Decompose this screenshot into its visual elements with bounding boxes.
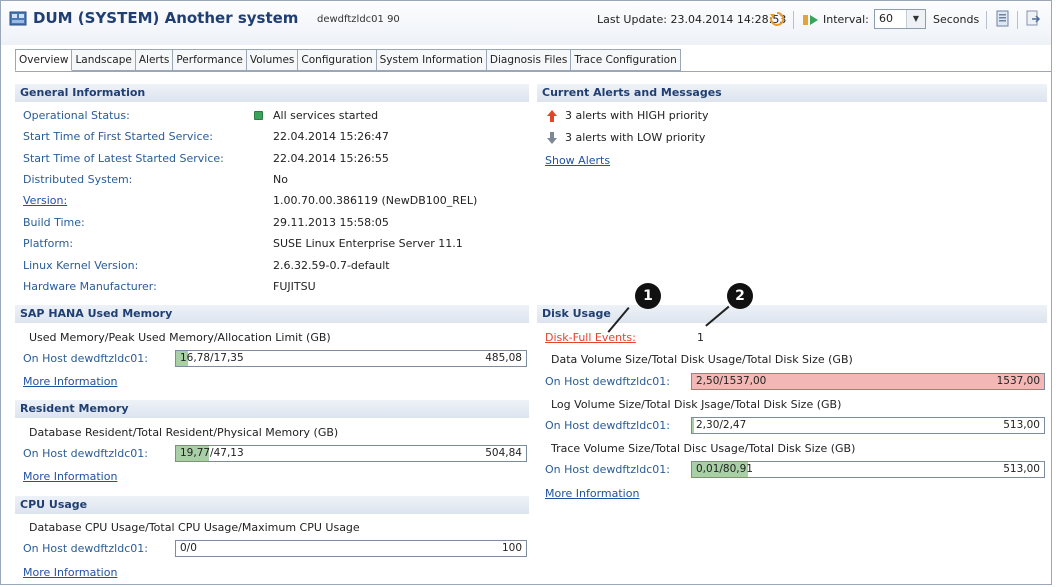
data-volume-caption: Data Volume Size/Total Disk Usage/Total …: [551, 353, 853, 366]
general-info-heading: General Information: [15, 84, 529, 102]
trace-volume-limit: 513,00: [1003, 463, 1040, 475]
alerts-heading: Current Alerts and Messages: [537, 84, 1047, 102]
disk-full-events-link[interactable]: Disk-Full Events:: [545, 331, 636, 344]
tab-performance[interactable]: Performance: [173, 49, 247, 71]
system-monitor-window: DUM (SYSTEM) Another system dewdftzldc01…: [0, 0, 1052, 585]
operational-status-label: Operational Status:: [23, 109, 130, 122]
hardware-label: Hardware Manufacturer:: [23, 280, 157, 293]
tab-landscape[interactable]: Landscape: [72, 49, 136, 71]
tab-configuration[interactable]: Configuration: [298, 49, 377, 71]
toolbar-separator: [986, 11, 987, 29]
kernel-value: 2.6.32.59-0.7-default: [273, 259, 390, 272]
disk-usage-more-link[interactable]: More Information: [545, 487, 639, 500]
tab-diagnosis-files[interactable]: Diagnosis Files: [486, 49, 572, 71]
disk-full-events-value: 1: [697, 331, 704, 344]
tab-trace-configuration[interactable]: Trace Configuration: [571, 49, 681, 71]
last-update: Last Update: 23.04.2014 14:28:53: [597, 13, 787, 26]
trace-volume-host: On Host dewdftzldc01:: [545, 463, 670, 476]
system-host: dewdftzldc01 90: [317, 14, 400, 25]
log-volume-fill: [692, 418, 694, 433]
platform-value: SUSE Linux Enterprise Server 11.1: [273, 237, 463, 250]
show-alerts-link[interactable]: Show Alerts: [545, 154, 610, 167]
export-icon[interactable]: [1025, 10, 1041, 28]
tab-bar: Overview Landscape Alerts Performance Vo…: [15, 49, 681, 71]
log-volume-host: On Host dewdftzldc01:: [545, 419, 670, 432]
trace-volume-caption: Trace Volume Size/Total Disc Usage/Total…: [551, 442, 856, 455]
hardware-value: FUJITSU: [273, 280, 316, 293]
resident-memory-heading: Resident Memory: [15, 400, 529, 418]
platform-label: Platform:: [23, 237, 74, 250]
build-time-label: Build Time:: [23, 216, 85, 229]
tab-divider: [15, 71, 1051, 72]
system-header: DUM (SYSTEM) Another system dewdftzldc01…: [1, 1, 1051, 45]
trace-volume-value: 0,01/80,91: [696, 463, 753, 475]
log-volume-limit: 513,00: [1003, 419, 1040, 431]
seconds-label: Seconds: [933, 13, 980, 26]
cpu-usage-heading: CPU Usage: [15, 496, 529, 514]
distributed-value: No: [273, 173, 288, 186]
used-memory-limit: 485,08: [485, 352, 522, 364]
resident-memory-bar: 19,77/47,13 504,84: [175, 445, 527, 462]
tab-overview[interactable]: Overview: [15, 49, 73, 71]
used-memory-more-link[interactable]: More Information: [23, 375, 117, 388]
version-link[interactable]: Version:: [23, 194, 67, 207]
auto-refresh-icon[interactable]: [803, 14, 819, 26]
first-start-value: 22.04.2014 15:26:47: [273, 130, 389, 143]
low-priority-icon: [547, 132, 557, 144]
document-icon[interactable]: [995, 10, 1011, 28]
interval-value: 60: [879, 12, 893, 25]
data-volume-limit: 1537,00: [996, 375, 1040, 387]
used-memory-bar: 16,78/17,35 485,08: [175, 350, 527, 367]
log-volume-bar: 2,30/2,47 513,00: [691, 417, 1045, 434]
cpu-usage-limit: 100: [501, 542, 522, 554]
resident-memory-value: 19,77/47,13: [180, 447, 244, 459]
latest-start-label: Start Time of Latest Started Service:: [23, 152, 224, 165]
data-volume-value: 2,50/1537,00: [696, 375, 767, 387]
operational-status-value: All services started: [273, 109, 379, 122]
high-priority-alerts: 3 alerts with HIGH priority: [565, 109, 709, 122]
toolbar-separator: [793, 11, 794, 29]
first-start-label: Start Time of First Started Service:: [23, 130, 214, 143]
resident-memory-host: On Host dewdftzldc01:: [23, 447, 148, 460]
disk-usage-heading: Disk Usage: [537, 305, 1047, 323]
refresh-icon[interactable]: [769, 11, 785, 27]
log-volume-caption: Log Volume Size/Total Disk Jsage/Total D…: [551, 398, 842, 411]
low-priority-alerts: 3 alerts with LOW priority: [565, 131, 706, 144]
version-value: 1.00.70.00.386119 (NewDB100_REL): [273, 194, 478, 207]
callout-2: 2: [727, 283, 753, 309]
kernel-label: Linux Kernel Version:: [23, 259, 139, 272]
status-green-icon: [254, 111, 263, 120]
used-memory-value: 16,78/17,35: [180, 352, 244, 364]
used-memory-host: On Host dewdftzldc01:: [23, 352, 148, 365]
build-time-value: 29.11.2013 15:58:05: [273, 216, 389, 229]
used-memory-heading: SAP HANA Used Memory: [15, 305, 529, 323]
callout-1: 1: [635, 283, 661, 309]
cpu-usage-bar: 0/0 100: [175, 540, 527, 557]
data-volume-bar: 2,50/1537,00 1537,00: [691, 373, 1045, 390]
resident-memory-more-link[interactable]: More Information: [23, 470, 117, 483]
tab-alerts[interactable]: Alerts: [135, 49, 174, 71]
cpu-usage-more-link[interactable]: More Information: [23, 566, 117, 579]
resident-memory-caption: Database Resident/Total Resident/Physica…: [29, 426, 339, 439]
trace-volume-bar: 0,01/80,91 513,00: [691, 461, 1045, 478]
distributed-label: Distributed System:: [23, 173, 133, 186]
cpu-usage-caption: Database CPU Usage/Total CPU Usage/Maxim…: [29, 521, 360, 534]
tab-volumes[interactable]: Volumes: [246, 49, 299, 71]
interval-dropdown-icon[interactable]: ▼: [906, 10, 925, 28]
used-memory-caption: Used Memory/Peak Used Memory/Allocation …: [29, 331, 331, 344]
cpu-usage-value: 0/0: [180, 542, 197, 554]
log-volume-value: 2,30/2,47: [696, 419, 747, 431]
resident-memory-limit: 504,84: [485, 447, 522, 459]
system-title: DUM (SYSTEM) Another system: [33, 9, 299, 27]
toolbar-separator: [1017, 11, 1018, 29]
tab-system-information[interactable]: System Information: [376, 49, 487, 71]
latest-start-value: 22.04.2014 15:26:55: [273, 152, 389, 165]
data-volume-host: On Host dewdftzldc01:: [545, 375, 670, 388]
cpu-usage-host: On Host dewdftzldc01:: [23, 542, 148, 555]
system-icon: [9, 11, 27, 26]
high-priority-icon: [547, 110, 557, 122]
interval-label: Interval:: [823, 13, 869, 26]
